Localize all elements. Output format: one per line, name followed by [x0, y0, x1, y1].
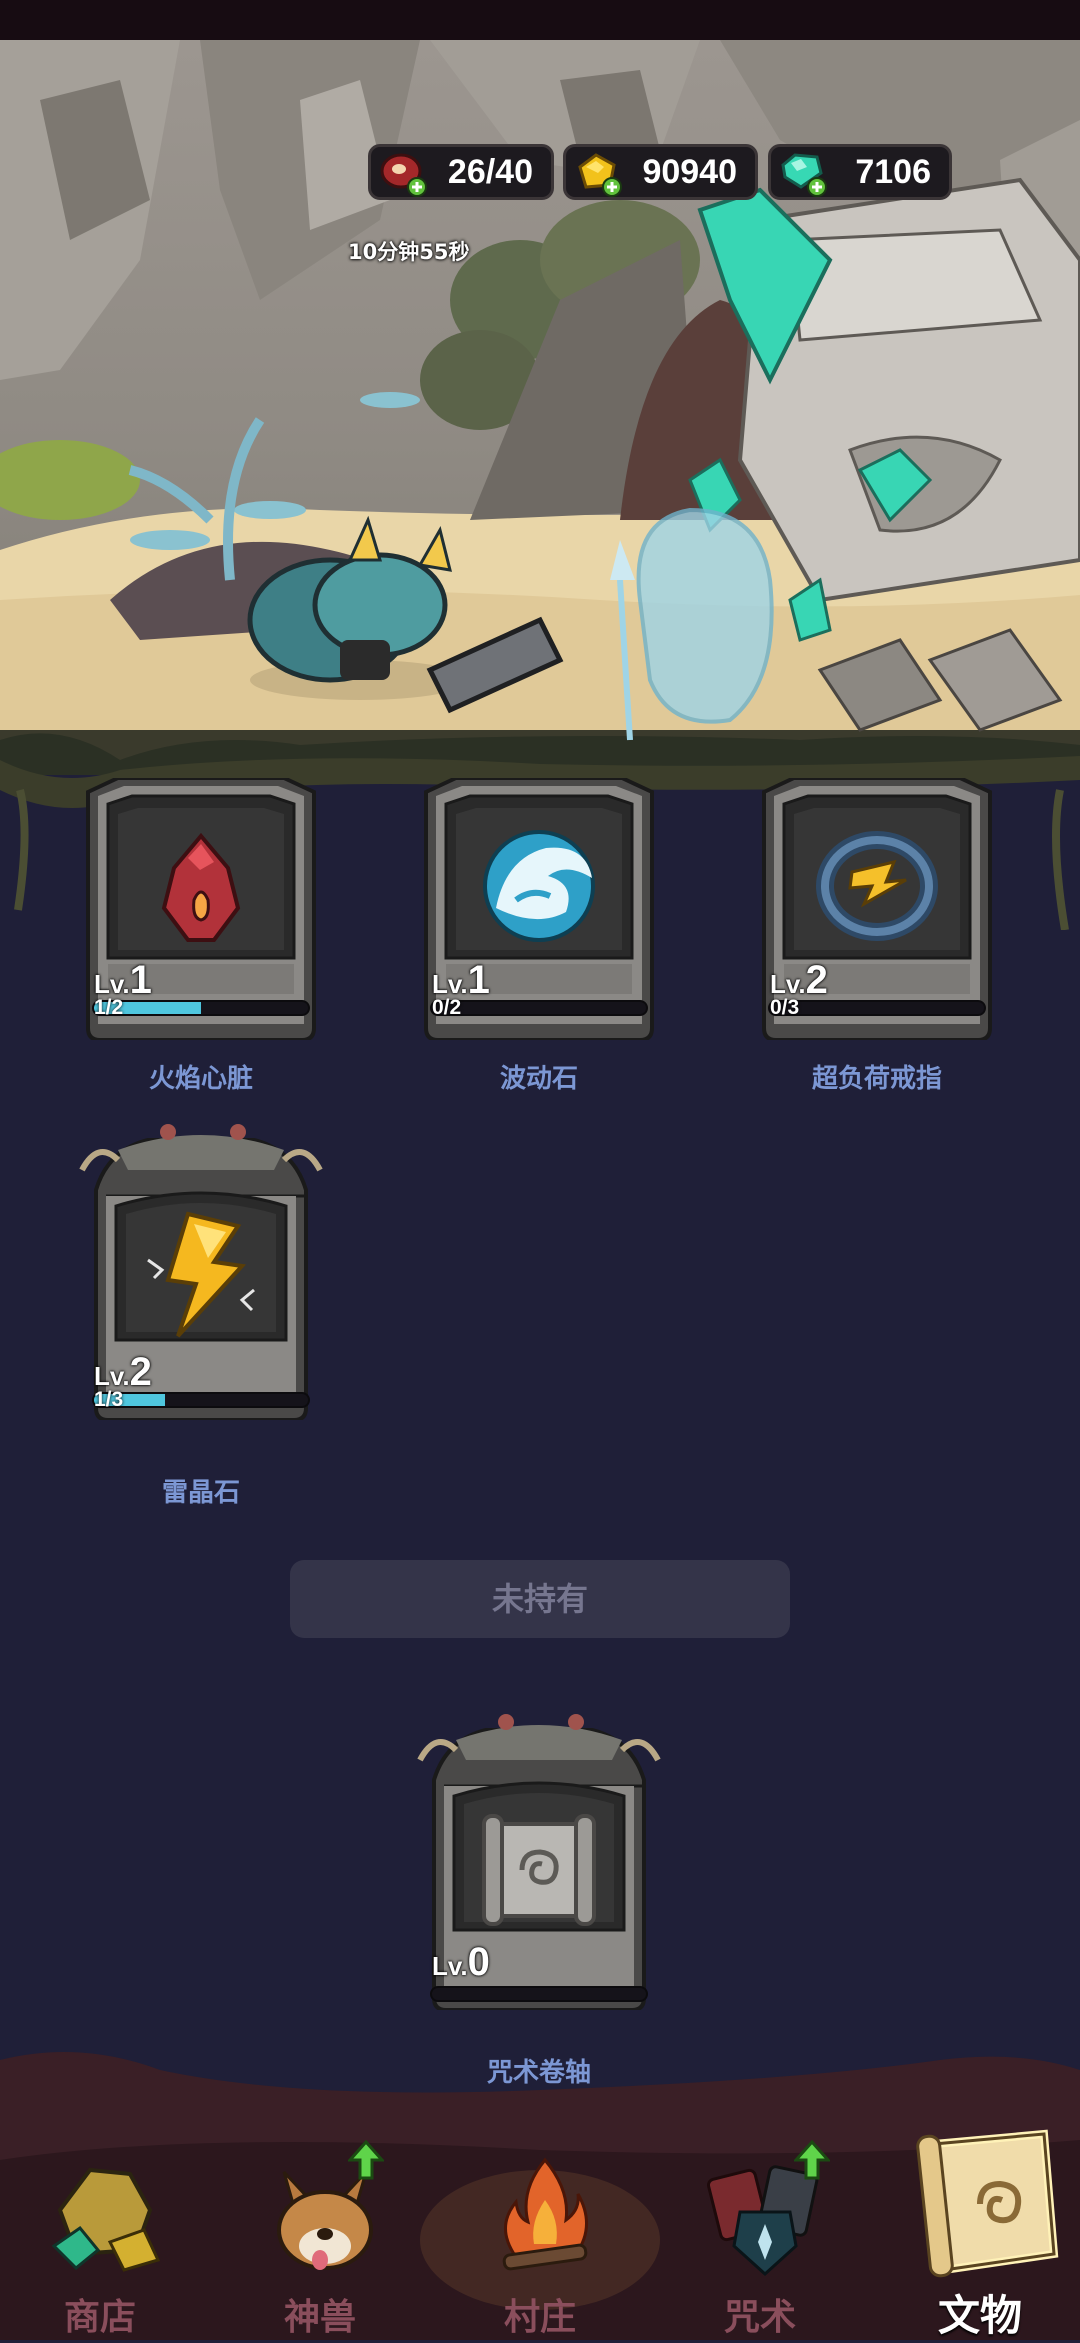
gem-counter[interactable]: 7106	[768, 144, 952, 200]
relic-card-spell-scroll[interactable]: Lv.0 咒术卷轴	[416, 1700, 662, 2088]
relic-name: 波动石	[499, 1064, 578, 1094]
relic-progress-bar	[92, 1000, 310, 1016]
upgrade-arrow-icon	[794, 2140, 830, 2180]
meat-refill-timer: 10分钟55秒	[348, 240, 470, 264]
wave-stone-icon	[456, 808, 622, 958]
meat-counter[interactable]: 26/40	[368, 144, 554, 200]
shop-ore-icon	[40, 2150, 170, 2280]
relic-count: 1/3	[94, 1388, 124, 1411]
relic-progress-bar	[430, 1000, 648, 1016]
tab-label: 咒术	[723, 2297, 796, 2338]
tab-relics[interactable]: 文物	[880, 2110, 1080, 2340]
upgrade-arrow-icon	[348, 2140, 384, 2180]
battle-scene: 26/40 10分钟55秒 90940 7106	[0, 40, 1080, 775]
gold-counter[interactable]: 90940	[563, 144, 758, 200]
relic-name: 火焰心脏	[148, 1064, 253, 1094]
thunder-crystal-icon	[118, 1200, 284, 1350]
relic-level: Lv.0	[432, 1940, 490, 1984]
gold-icon	[572, 147, 622, 197]
fire-heart-icon	[118, 808, 284, 958]
gem-icon	[777, 147, 827, 197]
tab-label: 神兽	[283, 2297, 356, 2338]
bottom-navigation: 商店 神兽 村庄 咒术 文物	[0, 2040, 1080, 2340]
relic-progress-bar	[768, 1000, 986, 1016]
relic-card-overload-ring[interactable]: Lv.2 0/3 超负荷戒指	[754, 778, 1000, 1094]
tab-label: 商店	[63, 2297, 136, 2338]
relic-card-wave-stone[interactable]: Lv.1 0/2 波动石	[416, 778, 662, 1094]
spell-scroll-icon	[456, 1790, 622, 1940]
meat-icon	[377, 147, 427, 197]
relic-count: 0/2	[432, 996, 462, 1019]
relic-count: 0/3	[770, 996, 800, 1019]
relic-count: 1/2	[94, 996, 124, 1019]
tab-village[interactable]: 村庄	[440, 2110, 640, 2340]
tab-beast[interactable]: 神兽	[220, 2110, 420, 2340]
system-status-bar	[0, 0, 1080, 40]
tab-label: 文物	[937, 2291, 1022, 2340]
campfire-icon	[480, 2150, 610, 2280]
tab-spells[interactable]: 咒术	[660, 2110, 860, 2340]
relic-progress-bar	[92, 1392, 310, 1408]
relic-progress-bar	[430, 1986, 648, 2002]
relic-name: 雷晶石	[161, 1478, 240, 1508]
gem-value: 7106	[855, 152, 931, 191]
gold-value: 90940	[642, 152, 737, 191]
relic-scroll-icon	[904, 2124, 1064, 2284]
tab-label: 村庄	[503, 2297, 576, 2338]
relic-card-thunder-crystal[interactable]: Lv.2 1/3 雷晶石	[78, 1110, 324, 1508]
unowned-section-header: 未持有	[290, 1560, 790, 1638]
overload-ring-icon	[794, 808, 960, 958]
relic-name: 超负荷戒指	[811, 1064, 942, 1094]
meat-value: 26/40	[447, 152, 533, 191]
tab-shop[interactable]: 商店	[0, 2110, 200, 2340]
relic-card-fire-heart[interactable]: Lv.1 1/2 火焰心脏	[78, 778, 324, 1094]
